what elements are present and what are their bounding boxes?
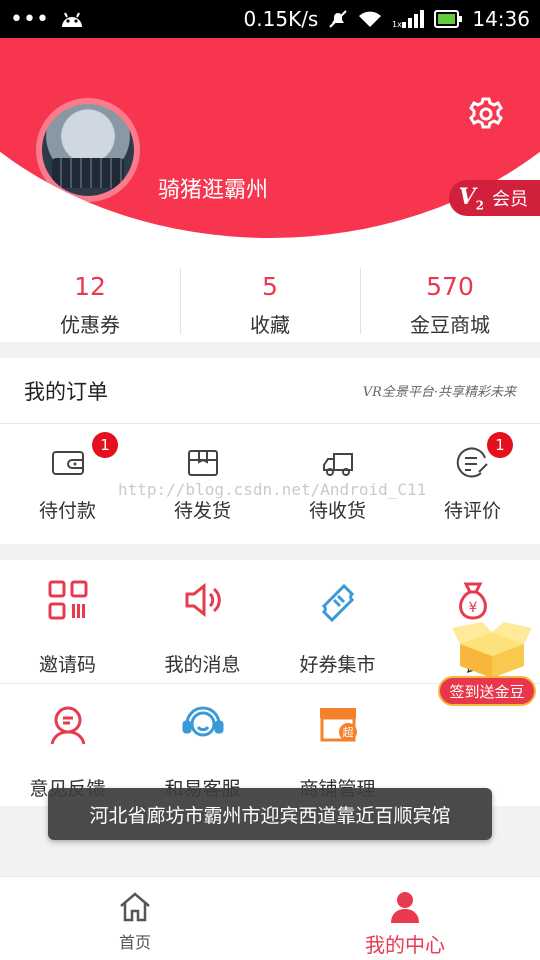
battery-icon bbox=[434, 10, 463, 28]
review-icon bbox=[456, 447, 488, 478]
vip-badge[interactable]: V2 会员 bbox=[448, 180, 540, 216]
speaker-icon bbox=[185, 582, 221, 618]
order-pending-review[interactable]: 待评价 1 bbox=[405, 424, 540, 544]
svg-text:¥: ¥ bbox=[468, 600, 477, 616]
stat-label: 优惠券 bbox=[60, 313, 120, 337]
stat-coupons[interactable]: 12 优惠券 bbox=[0, 260, 180, 342]
wallet-icon bbox=[51, 451, 84, 475]
stat-label: 金豆商城 bbox=[410, 313, 490, 337]
service-coupon-market[interactable]: 好券集市 bbox=[270, 560, 405, 683]
mute-icon bbox=[329, 10, 348, 28]
tab-label: 我的中心 bbox=[365, 933, 445, 957]
stat-favorites[interactable]: 5 收藏 bbox=[180, 260, 360, 342]
avatar[interactable] bbox=[36, 98, 140, 202]
android-icon bbox=[61, 12, 82, 27]
location-toast: 河北省廊坊市霸州市迎宾西道靠近百顺宾馆 bbox=[48, 788, 492, 840]
truck-icon bbox=[322, 453, 353, 476]
user-icon bbox=[391, 892, 419, 923]
wifi-icon bbox=[359, 11, 382, 27]
stat-gold-mall[interactable]: 570 金豆商城 bbox=[360, 260, 540, 342]
order-pending-payment[interactable]: 待付款 1 bbox=[0, 424, 135, 544]
ticket-icon bbox=[321, 583, 354, 623]
svg-text:超: 超 bbox=[342, 725, 353, 739]
stat-value: 570 bbox=[426, 272, 474, 301]
tab-home[interactable]: 首页 bbox=[0, 877, 270, 960]
tab-label: 首页 bbox=[118, 933, 151, 952]
home-icon bbox=[120, 892, 150, 922]
money-bag-icon: ¥ bbox=[458, 582, 487, 620]
order-label: 待收货 bbox=[308, 500, 366, 522]
qr-code-icon bbox=[48, 580, 87, 620]
service-label: 邀请码 bbox=[38, 654, 96, 676]
order-pending-receipt[interactable]: 待收货 bbox=[270, 424, 405, 544]
order-label: 待评价 bbox=[443, 500, 501, 522]
avatar-image bbox=[42, 104, 134, 196]
orders-slogan: VR全景平台·共享精彩未来 bbox=[362, 385, 516, 400]
bottom-tab-bar: 首页 我的中心 bbox=[0, 876, 540, 960]
gear-icon[interactable] bbox=[468, 96, 504, 132]
gift-box-icon bbox=[452, 622, 532, 678]
username[interactable]: 骑猪逛霸州 bbox=[158, 172, 268, 204]
order-label: 待付款 bbox=[38, 500, 96, 522]
vip-label: 会员 bbox=[492, 189, 528, 210]
order-label: 待发货 bbox=[173, 500, 231, 522]
sign-in-gold-badge[interactable]: 签到送金豆 bbox=[436, 622, 540, 708]
order-pending-shipment[interactable]: 待发货 bbox=[135, 424, 270, 544]
count-badge: 1 bbox=[487, 432, 513, 458]
headset-icon bbox=[182, 706, 223, 737]
orders-title: 我的订单 bbox=[24, 379, 108, 404]
stat-value: 5 bbox=[262, 272, 278, 301]
svg-text:1x: 1x bbox=[392, 20, 402, 28]
feedback-icon bbox=[50, 706, 85, 745]
orders-section: 我的订单 VR全景平台·共享精彩未来 待付款 1 待发货 待收货 待评价 1 bbox=[0, 358, 540, 544]
vip-level: V2 bbox=[458, 183, 484, 213]
orders-header[interactable]: 我的订单 VR全景平台·共享精彩未来 bbox=[0, 358, 540, 424]
stat-label: 收藏 bbox=[250, 313, 290, 337]
notification-dots: ••• bbox=[10, 6, 49, 32]
tab-my-center[interactable]: 我的中心 bbox=[270, 877, 540, 960]
sign-in-label: 签到送金豆 bbox=[438, 676, 536, 706]
shop-icon: 超 bbox=[319, 708, 357, 742]
stat-value: 12 bbox=[74, 272, 106, 301]
service-label: 我的消息 bbox=[164, 654, 241, 676]
profile-header: 骑猪逛霸州 V2 会员 bbox=[0, 38, 540, 260]
package-icon bbox=[187, 450, 218, 476]
clock: 14:36 bbox=[472, 7, 530, 31]
count-badge: 1 bbox=[92, 432, 118, 458]
service-invite-code[interactable]: 邀请码 bbox=[0, 560, 135, 683]
stats-bar: 12 优惠券 5 收藏 570 金豆商城 bbox=[0, 260, 540, 342]
network-speed: 0.15K/s bbox=[243, 7, 319, 31]
service-label: 好券集市 bbox=[299, 654, 376, 676]
signal-icon: 1x bbox=[392, 10, 425, 28]
service-messages[interactable]: 我的消息 bbox=[135, 560, 270, 683]
status-bar: ••• 0.15K/s 1x 14:36 bbox=[0, 0, 540, 38]
